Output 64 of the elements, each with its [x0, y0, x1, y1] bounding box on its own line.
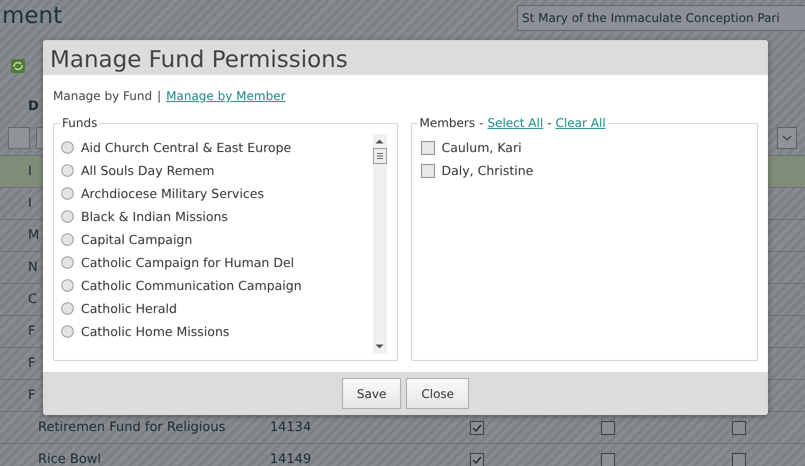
fund-label: Aid Church Central & East Europe: [81, 140, 292, 155]
fund-radio[interactable]: [61, 279, 74, 292]
save-button[interactable]: Save: [342, 378, 402, 409]
fund-number-cell-text: 14134: [270, 420, 312, 435]
permission-checkbox[interactable]: [732, 420, 746, 434]
fund-radio[interactable]: [61, 210, 74, 223]
fund-radio[interactable]: [61, 325, 74, 338]
fund-name-cell-text: Rice Bowl: [38, 452, 102, 466]
scrollbar[interactable]: [372, 134, 386, 354]
separator: -: [547, 115, 552, 131]
member-checkbox[interactable]: [420, 140, 434, 154]
fund-label: Capital Campaign: [81, 232, 192, 247]
fund-name-cell: M: [28, 228, 40, 243]
filter-field[interactable]: [8, 126, 30, 148]
member-label: Daly, Christine: [442, 163, 534, 178]
fund-label: Catholic Herald: [81, 301, 177, 316]
grip-icon: [376, 152, 384, 160]
fund-radio[interactable]: [61, 187, 74, 200]
fund-label: All Souls Day Remem: [81, 163, 214, 178]
separator: |: [157, 89, 162, 103]
select-all-link[interactable]: Select All: [487, 115, 544, 131]
fund-name-cell: I: [28, 196, 32, 211]
member-label: Caulum, Kari: [442, 140, 522, 155]
scroll-down-icon[interactable]: [375, 344, 384, 350]
members-legend: Members: [420, 115, 476, 131]
scroll-up-icon[interactable]: [375, 138, 384, 144]
view-link[interactable]: Manage by Member: [166, 89, 286, 103]
fund-label: Black & Indian Missions: [81, 209, 228, 224]
fund-name-cell: F: [28, 324, 36, 339]
fund-radio[interactable]: [61, 302, 74, 315]
refresh-icon[interactable]: [10, 58, 26, 74]
fund-label: Catholic Campaign for Human Del: [81, 255, 294, 270]
fund-radio[interactable]: [61, 141, 74, 154]
clear-all-link[interactable]: Clear All: [556, 115, 606, 131]
chevron-down-icon: [782, 134, 792, 140]
fund-number-cell-text: 14149: [270, 452, 312, 466]
permission-checkbox[interactable]: [470, 452, 484, 466]
fund-label: Archdiocese Military Services: [81, 186, 264, 201]
page-title: ment: [2, 2, 62, 31]
close-button[interactable]: Close: [406, 378, 470, 409]
fund-radio[interactable]: [61, 256, 74, 269]
dialog-title: Manage Fund Permissions: [50, 46, 348, 75]
scroll-thumb[interactable]: [372, 148, 386, 164]
fund-name-cell-text: Retiremen Fund for Religious: [38, 420, 226, 435]
permission-checkbox[interactable]: [732, 452, 746, 466]
fund-name-cell: F: [28, 388, 36, 403]
permission-checkbox[interactable]: [470, 420, 484, 434]
fund-name-cell: N: [28, 260, 38, 275]
separator: -: [479, 115, 484, 131]
fund-name-cell: F: [28, 356, 36, 371]
fund-radio[interactable]: [61, 233, 74, 246]
permission-checkbox[interactable]: [601, 452, 616, 466]
table-row[interactable]: Rice Bowl 14149: [0, 444, 805, 466]
fund-name-cell: I: [28, 164, 32, 179]
permission-checkbox[interactable]: [601, 420, 616, 434]
dropdown-button[interactable]: [777, 126, 797, 148]
fund-radio[interactable]: [61, 164, 74, 177]
fund-label: Catholic Home Missions: [81, 324, 230, 339]
organization-field: St Mary of the Immaculate Conception Pari: [517, 5, 805, 31]
current-view-label: Manage by Fund: [53, 89, 152, 103]
column-header: D: [28, 98, 39, 114]
member-checkbox[interactable]: [420, 164, 434, 178]
fund-label: Catholic Communication Campaign: [81, 278, 302, 293]
fund-name-cell: C: [28, 292, 38, 307]
